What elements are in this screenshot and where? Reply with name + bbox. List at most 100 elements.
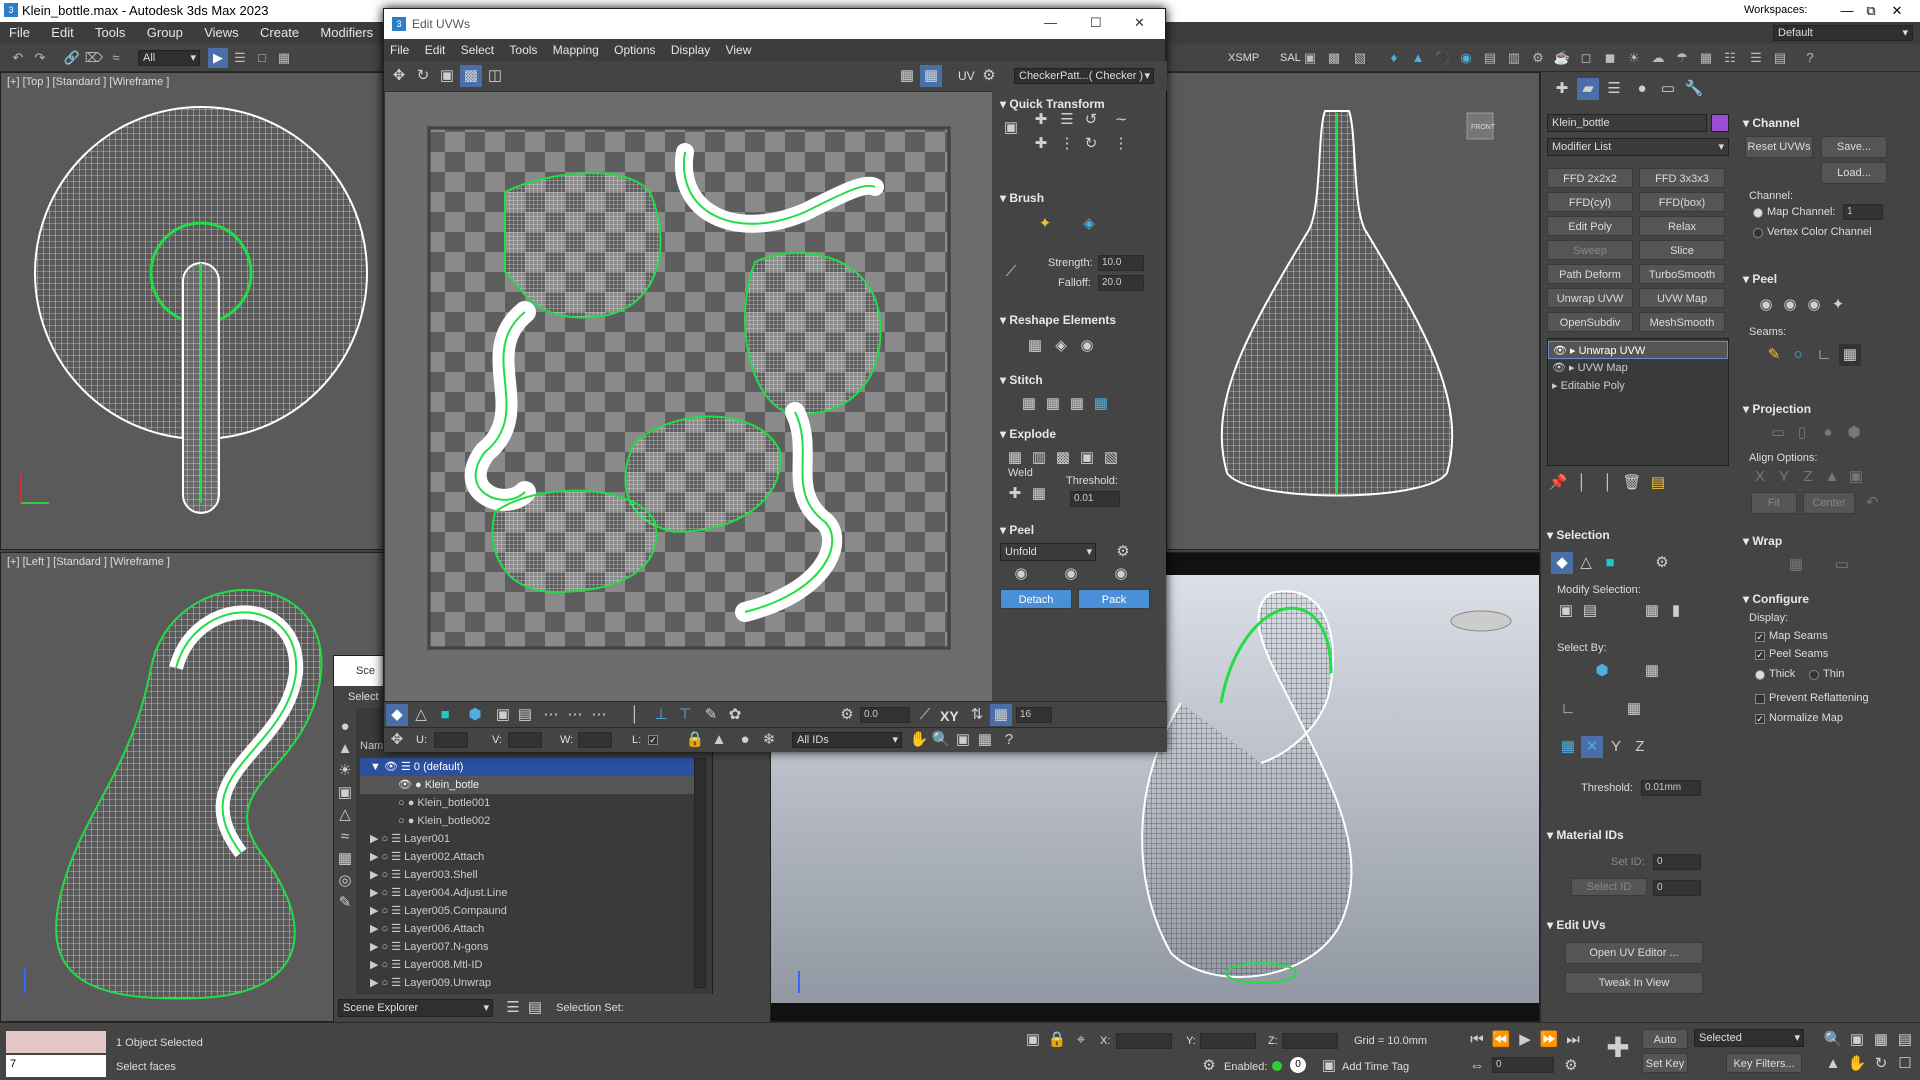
linear-align-icon[interactable]: ⋮ (1110, 133, 1132, 155)
tree-row-layer[interactable]: ▶ ○ ☰ Layer001 (360, 830, 700, 848)
selection-header[interactable]: ▾ Selection (1547, 528, 1610, 542)
paint-select-icon[interactable]: │ (624, 704, 646, 726)
tree-row-object[interactable]: ○ ● Klein_botle002 (360, 812, 700, 830)
turbosmooth-button[interactable]: TurboSmooth (1639, 264, 1725, 284)
orbit-icon[interactable]: ↻ (1870, 1053, 1892, 1075)
display-spacewarps-icon[interactable]: ≈ (334, 826, 356, 848)
utilities-tab-icon[interactable]: 🔧 (1683, 78, 1705, 100)
reset-projection-icon[interactable]: ↶ (1861, 492, 1883, 514)
goto-start-icon[interactable]: ⏮ (1466, 1029, 1488, 1051)
hide-icon[interactable]: ● (734, 729, 756, 751)
map-channel-radio[interactable] (1753, 208, 1763, 218)
reset-peel-icon[interactable]: ◉ (1803, 294, 1825, 316)
display-cameras-icon[interactable]: ▣ (334, 782, 356, 804)
display-groups-icon[interactable]: ▦ (334, 848, 356, 870)
xsmp-label[interactable]: XSMP (1228, 52, 1259, 64)
select-id-spinner[interactable]: 0 (1653, 880, 1701, 896)
paint-brush-icon[interactable]: ✦ (1034, 213, 1056, 235)
edge-mode-icon[interactable]: △ (410, 704, 432, 726)
ffd333-button[interactable]: FFD 3x3x3 (1639, 168, 1725, 188)
menu-group[interactable]: Group (138, 22, 192, 44)
play-icon[interactable]: ▶ (1514, 1029, 1536, 1051)
show-map-icon[interactable]: ▦ (896, 65, 918, 87)
fit-button[interactable]: Fit (1751, 492, 1797, 514)
select-element-icon[interactable]: ⬢ (1591, 660, 1613, 682)
tree-row-layer[interactable]: ▶ ○ ☰ Layer002.Attach (360, 848, 700, 866)
quick-peel-icon[interactable]: ◉ (1010, 563, 1032, 585)
sel-face-icon[interactable]: ■ (1599, 552, 1621, 574)
help-icon[interactable]: ? (1800, 48, 1820, 68)
zoom-all-icon[interactable]: ▣ (1846, 1029, 1868, 1051)
quick-peel-cmd-icon[interactable]: ◉ (1755, 294, 1777, 316)
mirror-z-icon[interactable]: Z (1629, 736, 1651, 758)
goto-end-icon[interactable]: ⏭ (1562, 1029, 1584, 1051)
w-field[interactable] (578, 732, 612, 748)
stack-item-uvwmap[interactable]: 👁 ▸ UVW Map (1548, 359, 1728, 377)
u-field[interactable] (434, 732, 468, 748)
selection-lock-icon[interactable]: 🔒 (1046, 1029, 1068, 1051)
select-object-icon[interactable]: ▶ (208, 48, 228, 68)
explorer-type-dropdown[interactable]: Scene Explorer ▾ (338, 999, 493, 1017)
stack-item-editable-poly[interactable]: ▸ Editable Poly (1548, 377, 1728, 395)
pin-stack-icon[interactable]: 📌 (1547, 472, 1569, 494)
stack-item-unwrap[interactable]: 👁 ▸ Unwrap UVW (1548, 341, 1728, 359)
menu-edit[interactable]: Edit (42, 22, 82, 44)
lasso-icon[interactable]: ✿ (724, 704, 746, 726)
edge-seam-icon[interactable]: ∟ (1813, 344, 1835, 366)
open-uv-editor-button[interactable]: Open UV Editor ... (1565, 942, 1703, 964)
opensubdiv-button[interactable]: OpenSubdiv (1547, 312, 1633, 332)
layer-mode-icon[interactable]: ☰ (502, 997, 524, 1019)
shrink-selection-icon[interactable]: ▤ (1579, 600, 1601, 622)
select-id-button[interactable]: Select ID (1571, 878, 1647, 896)
display-xrefs-icon[interactable]: ◎ (334, 870, 356, 892)
rotate-icon[interactable]: ↻ (412, 65, 434, 87)
next-frame-icon[interactable]: ⏩ (1538, 1029, 1560, 1051)
falloff-spinner[interactable]: 20.0 (1098, 275, 1144, 291)
create-tab-icon[interactable]: ✚ (1551, 78, 1573, 100)
object-color-swatch[interactable] (1711, 114, 1729, 132)
sweep-button[interactable]: Sweep (1547, 240, 1633, 260)
tree-row-object[interactable]: 👁 ● Klein_botle (360, 776, 700, 794)
align-z-icon[interactable]: Z (1797, 466, 1819, 488)
prevent-reflattening-checkbox[interactable] (1755, 694, 1765, 704)
configure-header[interactable]: ▾ Configure (1743, 592, 1809, 606)
render-frame-icon[interactable]: ▣ (1300, 48, 1320, 68)
edit-uvs-header[interactable]: ▾ Edit UVs (1547, 918, 1606, 932)
cylindrical-map-icon[interactable]: ▯ (1791, 422, 1813, 444)
grow-selection-icon[interactable]: ▣ (1555, 600, 1577, 622)
select-by-name-icon[interactable]: ☰ (230, 48, 250, 68)
center-button[interactable]: Center (1803, 492, 1855, 514)
unfold-strip-icon[interactable]: ▭ (1831, 554, 1853, 576)
snap-icon[interactable]: ♦ (1384, 48, 1404, 68)
move-icon[interactable]: ✥ (388, 65, 410, 87)
rotate-neg-90-icon[interactable]: ↻ (1080, 133, 1102, 155)
element-mode-icon[interactable]: ⬢ (464, 704, 486, 726)
freeze-icon[interactable]: ❄ (758, 729, 780, 751)
expand-seam-icon[interactable]: ▦ (1839, 344, 1861, 366)
scene-explorer-scrollbar[interactable] (694, 758, 706, 988)
save-uvws-button[interactable]: Save... (1821, 136, 1887, 158)
tree-row-layer[interactable]: ▶ ○ ☰ Layer005.Compaund (360, 902, 700, 920)
time-tag-icon[interactable]: 0 (1290, 1057, 1306, 1073)
display-lights-icon[interactable]: ☀ (334, 760, 356, 782)
zoom-extents-all-icon[interactable]: ▦ (1870, 1029, 1892, 1051)
maximize-viewport-icon[interactable]: ☐ (1894, 1053, 1916, 1075)
schematic-icon[interactable]: ▤ (1480, 48, 1500, 68)
key-set-dropdown[interactable]: Selected ▾ (1694, 1029, 1804, 1047)
thick-radio[interactable] (1755, 670, 1765, 680)
zoom-icon[interactable]: 🔍 (930, 729, 952, 751)
uv-menu-file[interactable]: File (384, 39, 415, 61)
uv-space-label[interactable]: UV (958, 69, 975, 83)
uv-menu-select[interactable]: Select (455, 39, 500, 61)
scene-explorer-icon[interactable]: ☰ (1746, 48, 1766, 68)
isolate-selection-icon[interactable]: ▣ (1022, 1029, 1044, 1051)
map-settings-icon[interactable]: ⚙ (978, 65, 1000, 87)
thin-radio[interactable] (1809, 670, 1819, 680)
viewport-front[interactable]: FRONT (1166, 72, 1540, 550)
ring-icon[interactable]: ⋯ (564, 704, 586, 726)
adaptive-degradation-icon[interactable]: ⚙ (1198, 1055, 1220, 1077)
mirror-icon[interactable]: ◫ (484, 65, 506, 87)
relax-brush-icon[interactable]: ◈ (1078, 213, 1100, 235)
rotate-angle-spinner[interactable]: 0.0 (860, 707, 910, 723)
mirror-select-icon[interactable]: ▦ (1557, 736, 1579, 758)
